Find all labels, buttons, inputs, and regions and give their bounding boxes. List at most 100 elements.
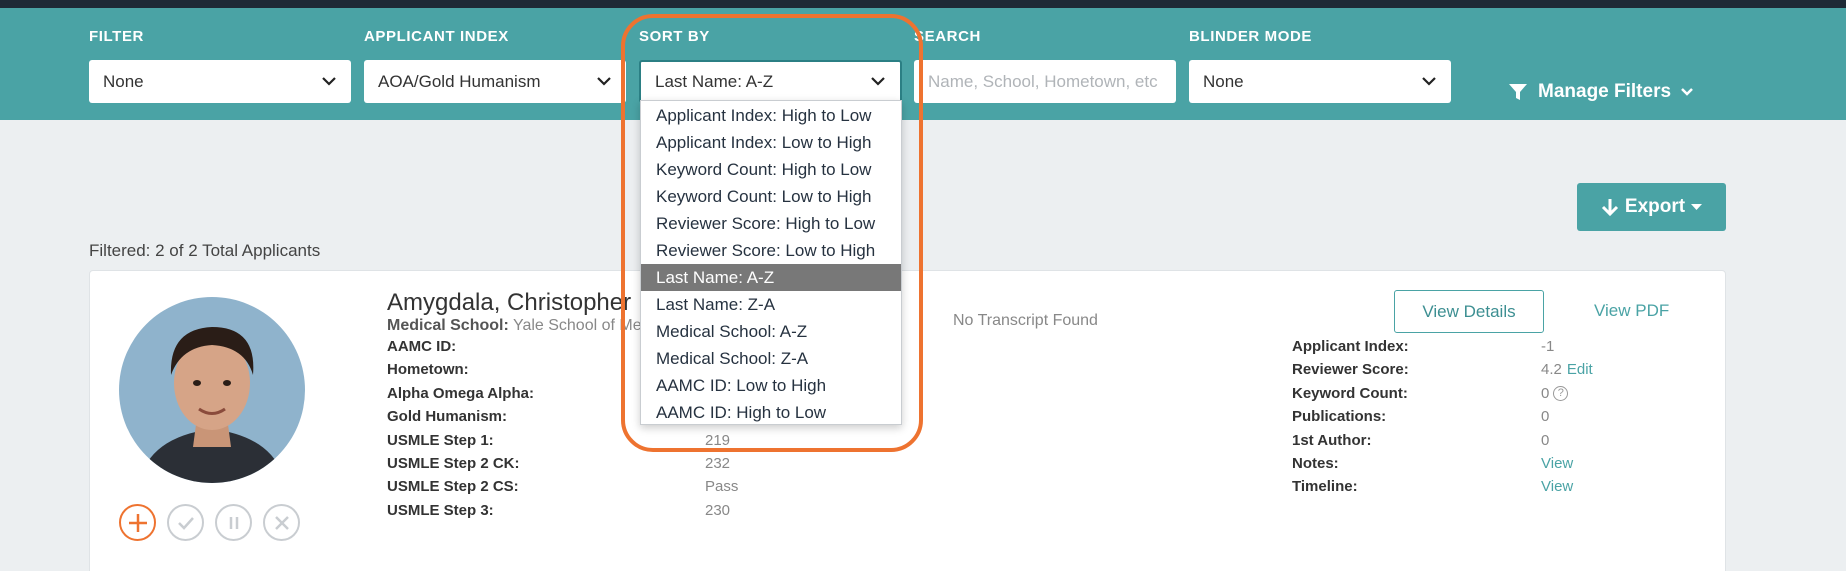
funnel-icon: [1509, 84, 1527, 100]
chevron-down-icon: [871, 77, 885, 86]
blinder-mode-select-value: None: [1203, 72, 1244, 91]
field-value-cell: 4.2 Edit: [1541, 360, 1593, 380]
field-label: Notes:: [1292, 455, 1339, 472]
sort-option[interactable]: Medical School: A-Z: [641, 318, 901, 345]
filter-select-value: None: [103, 72, 144, 91]
applicant-index-group: APPLICANT INDEX AOA/Gold Humanism: [364, 26, 626, 103]
caret-down-icon: [1691, 204, 1703, 210]
top-strip: [0, 0, 1846, 8]
filtered-count: Filtered: 2 of 2 Total Applicants: [89, 241, 321, 260]
field-value-cell: View: [1541, 477, 1573, 497]
transcript-status: No Transcript Found: [953, 312, 1098, 329]
field-value: 232: [705, 455, 731, 472]
pause-icon: [229, 516, 238, 529]
blinder-mode-group: BLINDER MODE None: [1189, 26, 1451, 103]
field-value: 0: [1541, 431, 1550, 449]
search-label: SEARCH: [914, 28, 981, 45]
field-label: Publications:: [1292, 408, 1387, 426]
applicant-card: Amygdala, Christopher Medical School: Ya…: [89, 270, 1726, 571]
filter-label: FILTER: [89, 28, 144, 45]
field-label: USMLE Step 3:: [387, 501, 494, 519]
field-value: 0: [1541, 384, 1550, 402]
field-label: 1st Author:: [1292, 431, 1372, 449]
export-label: Export: [1624, 196, 1686, 217]
sort-option[interactable]: Last Name: A-Z: [641, 264, 901, 291]
chevron-down-icon: [597, 77, 611, 86]
applicant-index-label: APPLICANT INDEX: [364, 28, 509, 45]
chevron-down-icon: [322, 77, 336, 86]
field-label: Applicant Index:: [1292, 338, 1409, 355]
chevron-down-icon: [1422, 77, 1436, 86]
view-link[interactable]: View: [1541, 455, 1573, 472]
applicant-index-select-value: AOA/Gold Humanism: [378, 72, 541, 91]
field-label: Alpha Omega Alpha:: [387, 384, 534, 402]
field-label: USMLE Step 2 CS:: [387, 478, 519, 496]
field-value-cell: 0: [1541, 407, 1549, 427]
sort-option[interactable]: Applicant Index: Low to High: [641, 129, 901, 156]
sort-option[interactable]: AAMC ID: Low to High: [641, 372, 901, 399]
sort-by-label: SORT BY: [639, 28, 710, 45]
search-placeholder: Name, School, Hometown, etc: [928, 72, 1158, 91]
chevron-down-icon: [1681, 88, 1693, 96]
field-label: USMLE Step 1:: [387, 431, 494, 449]
blinder-mode-select[interactable]: None: [1189, 60, 1451, 103]
sort-option[interactable]: Applicant Index: High to Low: [641, 102, 901, 129]
field-label: Timeline:: [1292, 478, 1358, 496]
hold-button[interactable]: [215, 504, 252, 541]
sort-option[interactable]: Keyword Count: High to Low: [641, 156, 901, 183]
avatar: [119, 297, 305, 483]
field-value: 230: [705, 501, 731, 519]
arrow-down-icon: [1601, 199, 1618, 217]
field-label: Reviewer Score:: [1292, 361, 1409, 379]
medical-school-label: Medical School:: [387, 317, 509, 334]
help-icon[interactable]: ?: [1553, 386, 1569, 402]
view-details-button[interactable]: View Details: [1394, 290, 1544, 333]
sort-by-group: SORT BY Last Name: A-Z: [639, 26, 902, 103]
field-value-cell: 0?: [1541, 384, 1569, 404]
add-button[interactable]: [119, 504, 156, 541]
view-link[interactable]: View: [1541, 478, 1573, 495]
search-input[interactable]: Name, School, Hometown, etc: [914, 60, 1176, 103]
medical-school: Medical School: Yale School of Medicine: [387, 317, 683, 335]
field-value: 4.2: [1541, 361, 1562, 379]
field-value: 0: [1541, 408, 1550, 426]
sort-option[interactable]: Reviewer Score: High to Low: [641, 210, 901, 237]
blinder-mode-label: BLINDER MODE: [1189, 28, 1313, 45]
applicant-index-select[interactable]: AOA/Gold Humanism: [364, 60, 626, 103]
field-label: Gold Humanism:: [387, 408, 508, 426]
manage-filters-button[interactable]: Manage Filters: [1508, 81, 1693, 103]
field-value-cell: -1: [1541, 337, 1554, 357]
field-value: 219: [705, 431, 731, 449]
edit-link[interactable]: Edit: [1567, 361, 1593, 378]
sort-option[interactable]: Keyword Count: Low to High: [641, 183, 901, 210]
field-value: Pass: [705, 478, 739, 496]
check-icon: [177, 516, 194, 530]
applicant-actions: [119, 504, 300, 541]
manage-filters-label: Manage Filters: [1538, 81, 1672, 102]
approve-button[interactable]: [167, 504, 204, 541]
field-label: USMLE Step 2 CK:: [387, 455, 520, 472]
plus-icon: [128, 513, 147, 532]
field-value: -1: [1541, 338, 1555, 355]
sort-option[interactable]: Medical School: Z-A: [641, 345, 901, 372]
sort-by-select[interactable]: Last Name: A-Z: [639, 60, 902, 103]
sort-option[interactable]: AAMC ID: High to Low: [641, 399, 901, 426]
field-label: Hometown:: [387, 361, 469, 379]
view-pdf-link[interactable]: View PDF: [1594, 301, 1669, 321]
sort-option[interactable]: Reviewer Score: Low to High: [641, 237, 901, 264]
export-button[interactable]: Export: [1577, 183, 1726, 231]
field-label: Keyword Count:: [1292, 384, 1408, 402]
reject-button[interactable]: [263, 504, 300, 541]
close-icon: [274, 515, 289, 530]
sort-option[interactable]: Last Name: Z-A: [641, 291, 901, 318]
sort-by-select-value: Last Name: A-Z: [655, 72, 774, 91]
applicant-name: Amygdala, Christopher: [387, 289, 632, 316]
field-value-cell: View: [1541, 454, 1573, 474]
field-value-cell: 0: [1541, 431, 1549, 451]
field-label: AAMC ID:: [387, 338, 457, 355]
filter-group: FILTER None: [89, 26, 351, 103]
search-group: SEARCH Name, School, Hometown, etc: [914, 26, 1176, 103]
filter-bar: FILTER None APPLICANT INDEX AOA/Gold Hum…: [0, 8, 1846, 120]
sort-by-dropdown-menu: Applicant Index: High to Low Applicant In…: [640, 100, 902, 425]
filter-select[interactable]: None: [89, 60, 351, 103]
